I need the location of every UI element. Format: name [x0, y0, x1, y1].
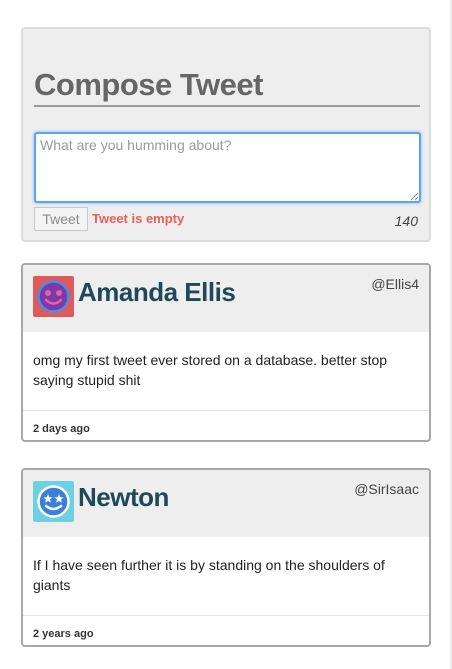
- tweet-header: Newton @SirIsaac: [23, 470, 429, 537]
- tweet-footer: 2 days ago: [23, 410, 429, 440]
- tweet-card: Newton @SirIsaac If I have seen further …: [21, 468, 431, 647]
- timestamp: 2 years ago: [33, 628, 94, 640]
- compose-panel: Compose Tweet Tweet Tweet is empty 140: [21, 27, 431, 242]
- user-name[interactable]: Newton: [78, 480, 169, 514]
- error-message: Tweet is empty: [92, 211, 185, 226]
- user-name[interactable]: Amanda Ellis: [78, 275, 236, 309]
- user-handle[interactable]: @Ellis4: [371, 276, 419, 292]
- avatar[interactable]: [33, 276, 74, 317]
- compose-title: Compose Tweet: [34, 67, 420, 107]
- tweet-card: Amanda Ellis @Ellis4 omg my first tweet …: [21, 263, 431, 442]
- tweet-text: omg my first tweet ever stored on a data…: [33, 352, 388, 388]
- smiley-face-icon: [37, 280, 70, 313]
- user-handle[interactable]: @SirIsaac: [354, 481, 419, 497]
- star-eyes-face-icon: [37, 485, 70, 518]
- avatar[interactable]: [33, 481, 74, 522]
- page: Compose Tweet Tweet Tweet is empty 140 A…: [0, 0, 452, 669]
- timestamp: 2 days ago: [33, 423, 90, 435]
- tweet-header: Amanda Ellis @Ellis4: [23, 265, 429, 332]
- tweet-text: If I have seen further it is by standing…: [33, 557, 385, 593]
- tweet-footer: 2 years ago: [23, 615, 429, 645]
- tweet-input[interactable]: [34, 132, 421, 203]
- character-counter: 140: [394, 213, 418, 229]
- tweet-button[interactable]: Tweet: [34, 207, 88, 231]
